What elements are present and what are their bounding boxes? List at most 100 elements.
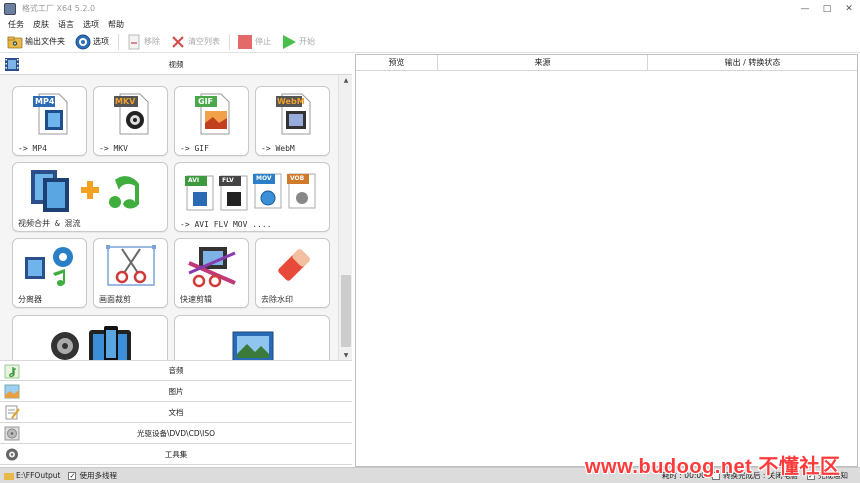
film-strip-icon [4, 57, 20, 72]
close-button[interactable]: ✕ [838, 0, 860, 17]
category-disc-header[interactable]: 光驱设备\DVD\CD\ISO [0, 423, 352, 444]
start-button[interactable]: 开始 [280, 33, 315, 50]
category-image-label: 图片 [168, 386, 184, 396]
task-list[interactable]: 预览 来源 输出 / 转换状态 [355, 54, 858, 467]
menu-help[interactable]: 帮助 [108, 19, 124, 30]
toolbar-separator [229, 33, 230, 50]
menu-task[interactable]: 任务 [8, 19, 24, 30]
tile-mp4[interactable]: MP4 -> MP4 [12, 86, 87, 156]
minimize-button[interactable]: — [794, 0, 816, 17]
picture-icon [4, 384, 20, 399]
music-note-icon [4, 364, 20, 379]
tile-mkv-label: -> MKV [99, 144, 128, 153]
disc-drive-icon [4, 426, 20, 441]
scroll-up-icon[interactable]: ▲ [339, 75, 353, 85]
tile-gif-badge: GIF [198, 97, 214, 106]
tools-gear-icon [4, 447, 20, 462]
badge-mov: MOV [256, 175, 272, 182]
column-output-status[interactable]: 输出 / 转换状态 [648, 55, 857, 71]
scrollbar-thumb[interactable] [341, 275, 351, 347]
window-title: 格式工厂 X64 5.2.0 [22, 4, 96, 13]
toolbar-separator [118, 33, 119, 50]
tile-quick-cut[interactable]: 快速剪辑 [174, 238, 249, 308]
clear-list-label: 清空列表 [188, 37, 220, 46]
tile-avi-flv-mov[interactable]: AVI FLV MOV VOB -> AVI FLV MOV .... [174, 162, 330, 232]
category-tools-header[interactable]: 工具集 [0, 444, 352, 465]
disc-and-phone-icon [51, 326, 131, 360]
small-folder-icon [4, 472, 14, 480]
category-audio-header[interactable]: 音频 [0, 360, 352, 381]
window-controls: — □ ✕ [794, 0, 860, 17]
video-merge-icon [31, 170, 139, 212]
column-preview[interactable]: 预览 [356, 55, 438, 71]
category-tools-label: 工具集 [164, 449, 188, 459]
column-source[interactable]: 来源 [438, 55, 648, 71]
multithread-checkbox[interactable]: ✓ 使用多线程 [68, 470, 117, 481]
tile-mp4-label: -> MP4 [18, 144, 47, 153]
toolbar: 输出文件夹 选项 移除 清空列表 停止 开始 [0, 31, 860, 53]
category-document-label: 文档 [168, 407, 184, 417]
output-folder-button[interactable]: 输出文件夹 [6, 33, 65, 50]
stop-button[interactable]: 停止 [236, 33, 271, 50]
remove-doc-icon [125, 33, 142, 50]
tile-gif[interactable]: GIF -> GIF [174, 86, 249, 156]
category-video-header[interactable]: 视频 [0, 54, 352, 75]
remove-button[interactable]: 移除 [125, 33, 160, 50]
video-scrollbar[interactable]: ▲ ▼ [338, 75, 352, 360]
category-image-header[interactable]: 图片 [0, 381, 352, 402]
tile-webm[interactable]: WebM -> WebM [255, 86, 330, 156]
options-label: 选项 [93, 37, 109, 46]
eraser-icon [278, 249, 310, 281]
video-tools-grid: MP4 -> MP4 MKV -> MKV GIF -> GIF WebM ->… [0, 75, 338, 360]
picture-video-icon [232, 331, 274, 360]
scroll-down-icon[interactable]: ▼ [339, 350, 353, 360]
quick-cut-icon [188, 247, 236, 288]
output-folder-label: 输出文件夹 [25, 37, 65, 46]
maximize-button[interactable]: □ [816, 0, 838, 17]
tile-remove-watermark[interactable]: 去除水印 [255, 238, 330, 308]
tile-remove-watermark-label: 去除水印 [261, 295, 293, 304]
splitter-icon [25, 247, 73, 286]
category-disc-label: 光驱设备\DVD\CD\ISO [136, 428, 216, 438]
remove-label: 移除 [144, 37, 160, 46]
category-panel: 视频 ▲ MP4 -> MP4 MKV -> MKV [0, 54, 353, 467]
tile-device[interactable] [12, 315, 168, 360]
title-bar: 格式工厂 X64 5.2.0 — □ ✕ [0, 0, 860, 17]
output-path-text: E:\FFOutput [16, 471, 61, 480]
tile-crop[interactable]: 画面裁剪 [93, 238, 168, 308]
menu-bar: 任务 皮肤 语言 选项 帮助 [0, 17, 860, 31]
badge-vob: VOB [290, 175, 305, 182]
tile-webm-badge: WebM [277, 97, 305, 106]
tile-gif-label: -> GIF [180, 144, 209, 153]
tile-mp4-badge: MP4 [35, 97, 55, 106]
start-label: 开始 [299, 37, 315, 46]
output-path-link[interactable]: E:\FFOutput [4, 471, 60, 480]
options-button[interactable]: 选项 [74, 33, 109, 50]
play-triangle-icon [280, 33, 297, 50]
multi-format-icon [185, 173, 316, 211]
tile-merge[interactable]: 视频合并 & 混流 [12, 162, 168, 232]
tile-splitter-label: 分离器 [18, 295, 42, 304]
category-document-header[interactable]: 文档 [0, 402, 352, 423]
category-audio-label: 音频 [168, 366, 184, 375]
site-watermark: www.budoog.net 不懂社区 [585, 456, 841, 478]
menu-language[interactable]: 语言 [58, 19, 74, 30]
multithread-check-icon: ✓ [68, 471, 77, 480]
tile-picture-video[interactable] [174, 315, 330, 360]
category-video-label: 视频 [168, 59, 184, 69]
tile-mkv-badge: MKV [115, 97, 136, 106]
tile-splitter[interactable]: 分离器 [12, 238, 87, 308]
tile-merge-label: 视频合并 & 混流 [18, 219, 81, 228]
tile-mkv[interactable]: MKV -> MKV [93, 86, 168, 156]
stop-square-icon [236, 33, 253, 50]
badge-avi: AVI [188, 177, 200, 184]
app-logo-icon [4, 2, 16, 15]
menu-options[interactable]: 选项 [83, 19, 99, 30]
tile-webm-label: -> WebM [261, 144, 295, 153]
menu-skin[interactable]: 皮肤 [33, 19, 49, 30]
tile-quick-cut-label: 快速剪辑 [180, 295, 212, 304]
folder-icon [6, 33, 23, 50]
options-gear-icon [74, 33, 91, 50]
multithread-label: 使用多线程 [79, 471, 117, 480]
clear-list-button[interactable]: 清空列表 [169, 33, 220, 50]
